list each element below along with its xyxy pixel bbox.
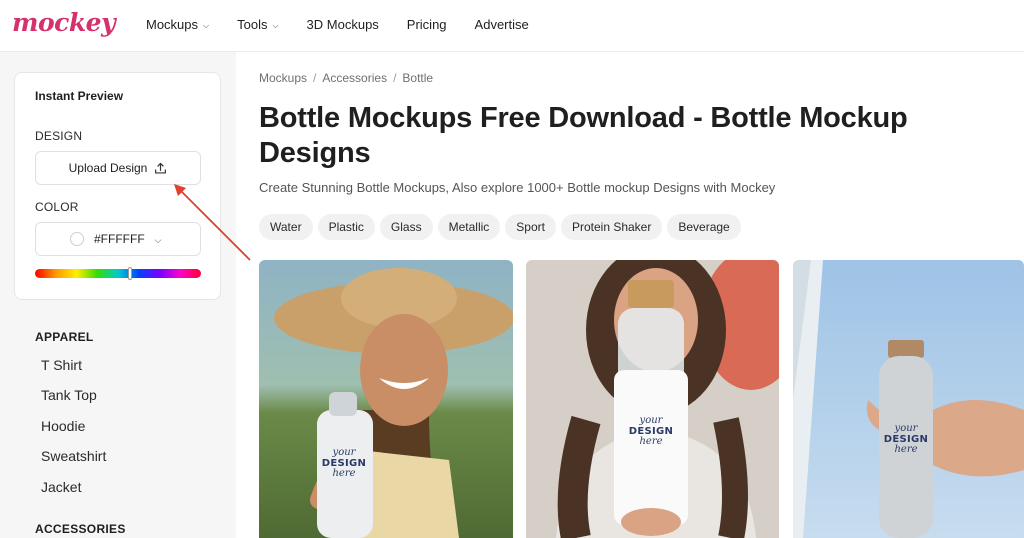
- tag-plastic[interactable]: Plastic: [317, 214, 375, 240]
- nav-3d-mockups[interactable]: 3D Mockups: [307, 17, 379, 32]
- sidebar-item-t-shirt[interactable]: T Shirt: [41, 357, 82, 373]
- upload-design-button[interactable]: Upload Design: [35, 151, 201, 185]
- breadcrumb-accessories[interactable]: Accessories: [322, 71, 387, 85]
- design-text-your: your: [894, 423, 918, 434]
- category-heading-accessories: ACCESSORIES: [35, 522, 126, 536]
- chevron-down-icon: ⌵: [154, 234, 162, 245]
- page-subtitle: Create Stunning Bottle Mockups, Also exp…: [259, 180, 776, 195]
- nav-3d-mockups-label: 3D Mockups: [306, 17, 379, 32]
- nav-mockups[interactable]: Mockups ⌵: [146, 17, 209, 32]
- color-label: COLOR: [35, 200, 79, 214]
- design-text-here: here: [639, 436, 663, 447]
- nav-advertise[interactable]: Advertise: [475, 17, 529, 32]
- instant-preview-title: Instant Preview: [35, 89, 124, 103]
- nav-pricing[interactable]: Pricing: [407, 17, 447, 32]
- design-text-your: your: [332, 447, 356, 458]
- breadcrumb: Mockups / Accessories / Bottle: [259, 71, 433, 85]
- breadcrumb-bottle[interactable]: Bottle: [402, 71, 433, 85]
- sidebar-item-sweatshirt[interactable]: Sweatshirt: [41, 448, 106, 464]
- tag-filter-list: Water Plastic Glass Metallic Sport Prote…: [259, 214, 746, 240]
- design-text-here: here: [894, 444, 918, 455]
- main-content: Mockups / Accessories / Bottle Bottle Mo…: [259, 52, 1024, 538]
- design-label: DESIGN: [35, 129, 83, 143]
- nav-pricing-label: Pricing: [406, 17, 447, 32]
- mockup-image: [259, 260, 513, 538]
- sidebar-item-jacket[interactable]: Jacket: [41, 479, 81, 495]
- breadcrumb-separator: /: [393, 71, 397, 85]
- breadcrumb-separator: /: [313, 71, 317, 85]
- color-value: #FFFFFF: [94, 232, 145, 246]
- mockup-card[interactable]: your DESIGN here: [793, 260, 1024, 538]
- page-title: Bottle Mockups Free Download - Bottle Mo…: [259, 102, 908, 169]
- chevron-down-icon: ⌵: [203, 20, 210, 30]
- mockup-card[interactable]: your DESIGN here: [526, 260, 779, 538]
- tag-sport[interactable]: Sport: [505, 214, 556, 240]
- design-text-here: here: [332, 468, 356, 479]
- design-text-your: your: [639, 415, 663, 426]
- top-navigation-bar: mockey Mockups ⌵ Tools ⌵ 3D Mockups Pric…: [0, 0, 1024, 52]
- tag-water[interactable]: Water: [259, 214, 313, 240]
- upload-design-label: Upload Design: [68, 161, 148, 175]
- tag-protein-shaker[interactable]: Protein Shaker: [560, 214, 663, 240]
- mockup-design-placeholder: your DESIGN here: [618, 415, 684, 448]
- tag-beverage[interactable]: Beverage: [667, 214, 741, 240]
- color-picker-dropdown[interactable]: #FFFFFF ⌵: [35, 222, 201, 256]
- mockup-image: [526, 260, 779, 538]
- nav-mockups-label: Mockups: [146, 17, 199, 32]
- category-heading-apparel: APPAREL: [35, 330, 94, 344]
- mockup-design-placeholder: your DESIGN here: [311, 447, 377, 480]
- instant-preview-panel: Instant Preview DESIGN Upload Design COL…: [14, 72, 221, 300]
- nav-tools[interactable]: Tools ⌵: [237, 17, 278, 32]
- tag-metallic[interactable]: Metallic: [437, 214, 501, 240]
- color-swatch: [70, 232, 84, 246]
- tag-glass[interactable]: Glass: [379, 214, 433, 240]
- mockup-design-placeholder: your DESIGN here: [873, 423, 939, 456]
- sidebar: Instant Preview DESIGN Upload Design COL…: [0, 52, 236, 538]
- mockey-logo[interactable]: mockey: [12, 8, 116, 37]
- sidebar-item-hoodie[interactable]: Hoodie: [41, 418, 85, 434]
- nav-advertise-label: Advertise: [474, 17, 529, 32]
- hue-slider[interactable]: [35, 267, 201, 280]
- sidebar-item-tank-top[interactable]: Tank Top: [41, 387, 97, 403]
- breadcrumb-mockups[interactable]: Mockups: [259, 71, 307, 85]
- main-nav: Mockups ⌵ Tools ⌵ 3D Mockups Pricing Adv…: [146, 17, 557, 32]
- chevron-down-icon: ⌵: [272, 20, 279, 30]
- nav-tools-label: Tools: [237, 17, 268, 32]
- mockup-image: [793, 260, 1024, 538]
- hue-slider-handle[interactable]: [128, 267, 132, 280]
- upload-icon: [155, 162, 167, 174]
- mockup-card[interactable]: your DESIGN here: [259, 260, 513, 538]
